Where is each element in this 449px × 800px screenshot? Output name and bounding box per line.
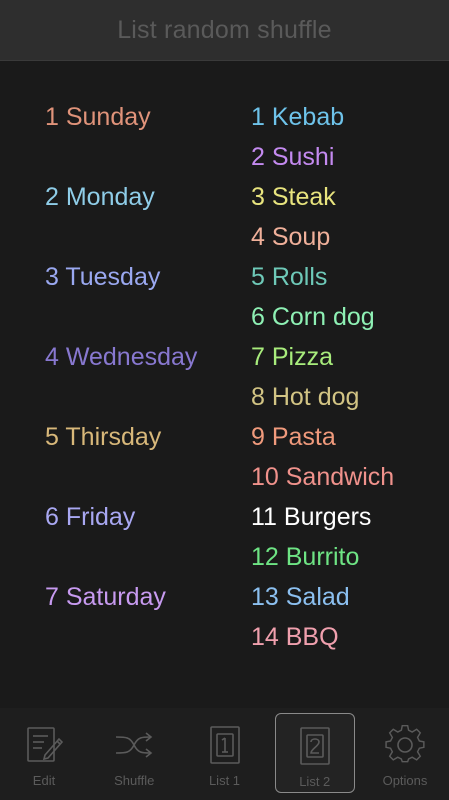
list-2-item[interactable]: 13 Salad <box>251 577 350 617</box>
gear-icon <box>385 724 425 763</box>
list-2-item[interactable]: 2 Sushi <box>251 137 334 177</box>
header-bar: List random shuffle <box>0 0 449 61</box>
list-2-item[interactable]: 3 Steak <box>251 177 336 217</box>
tab-label: Options <box>382 773 428 788</box>
list-2-item[interactable]: 14 BBQ <box>251 617 339 657</box>
edit-icon <box>27 727 64 762</box>
page-title: List random shuffle <box>117 15 332 44</box>
tab-label: List 2 <box>299 774 331 789</box>
list-2-item[interactable]: 9 Pasta <box>251 417 336 457</box>
tab-label: List 1 <box>208 773 241 788</box>
tab-label: Shuffle <box>114 773 155 788</box>
tab-options[interactable]: Options <box>365 713 445 793</box>
list-2-item[interactable]: 8 Hot dog <box>251 377 359 417</box>
tab-shuffle[interactable]: Shuffle <box>94 713 174 793</box>
tab-list-2[interactable]: List 2 <box>274 713 355 793</box>
bottom-tab-bar: Edit Shuffle List 1 List 2 Options <box>0 708 449 800</box>
list-2-item[interactable]: 1 Kebab <box>251 97 344 137</box>
list-2-item[interactable]: 7 Pizza <box>251 337 333 377</box>
list-2-item[interactable]: 11 Burgers <box>251 497 371 537</box>
list-2-item[interactable]: 4 Soup <box>251 217 330 257</box>
tab-list-1[interactable]: List 1 <box>185 713 265 793</box>
tab-label: Edit <box>32 773 56 788</box>
list-2-item[interactable]: 12 Burrito <box>251 537 359 577</box>
list-1-item[interactable]: 6 Friday <box>45 497 135 537</box>
tab-edit[interactable]: Edit <box>4 713 84 793</box>
list-1-item[interactable]: 4 Wednesday <box>45 337 197 377</box>
list-1-item[interactable]: 7 Saturday <box>45 577 166 617</box>
list-2-item[interactable]: 5 Rolls <box>251 257 327 297</box>
shuffle-icon <box>116 732 153 758</box>
list-2-icon <box>299 727 330 765</box>
app-screen: List random shuffle 1 Sunday 2 Monday 3 … <box>0 0 449 800</box>
list-1-item[interactable]: 2 Monday <box>45 177 155 217</box>
list-1-item[interactable]: 5 Thirsday <box>45 417 161 457</box>
list-2-item[interactable]: 6 Corn dog <box>251 297 375 337</box>
list-1-item[interactable]: 3 Tuesday <box>45 257 160 297</box>
list-2-item[interactable]: 10 Sandwich <box>251 457 394 497</box>
list-1-item[interactable]: 1 Sunday <box>45 97 151 137</box>
list-1-icon <box>209 726 240 764</box>
